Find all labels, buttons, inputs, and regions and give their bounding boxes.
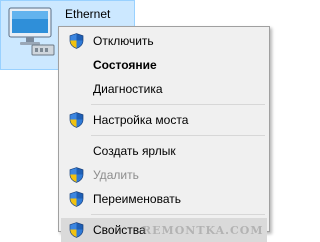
menu-item-label: Удалить (93, 168, 139, 182)
menu-separator (91, 214, 265, 215)
desktop-area: Ethernet Отключить Состояние Диагностика (0, 0, 278, 242)
menu-item-bridge[interactable]: Настройка моста (61, 108, 267, 132)
menu-item-label: Свойства (93, 223, 146, 237)
shield-icon (69, 112, 84, 128)
menu-item-label: Настройка моста (93, 113, 189, 127)
shield-icon (69, 191, 84, 207)
menu-item-label: Состояние (93, 58, 157, 72)
menu-separator (91, 135, 265, 136)
menu-item-create-shortcut[interactable]: Создать ярлык (61, 139, 267, 163)
shield-icon (69, 33, 84, 49)
menu-item-status[interactable]: Состояние (61, 53, 267, 77)
menu-separator (91, 104, 265, 105)
menu-item-label: Создать ярлык (93, 144, 176, 158)
menu-item-label: Переименовать (93, 192, 181, 206)
adapter-name: Ethernet (65, 7, 111, 21)
menu-item-diagnose[interactable]: Диагностика (61, 77, 267, 101)
menu-item-delete: Удалить (61, 163, 267, 187)
shield-icon (69, 167, 84, 183)
network-adapter-icon (8, 7, 55, 56)
menu-item-label: Диагностика (93, 82, 163, 96)
shield-icon (69, 222, 84, 238)
menu-item-disable[interactable]: Отключить (61, 29, 267, 53)
watermark: REMONTKA.COM (142, 224, 264, 237)
menu-item-rename[interactable]: Переименовать (61, 187, 267, 211)
menu-item-label: Отключить (93, 34, 154, 48)
context-menu: Отключить Состояние Диагностика Настройк… (58, 26, 270, 242)
